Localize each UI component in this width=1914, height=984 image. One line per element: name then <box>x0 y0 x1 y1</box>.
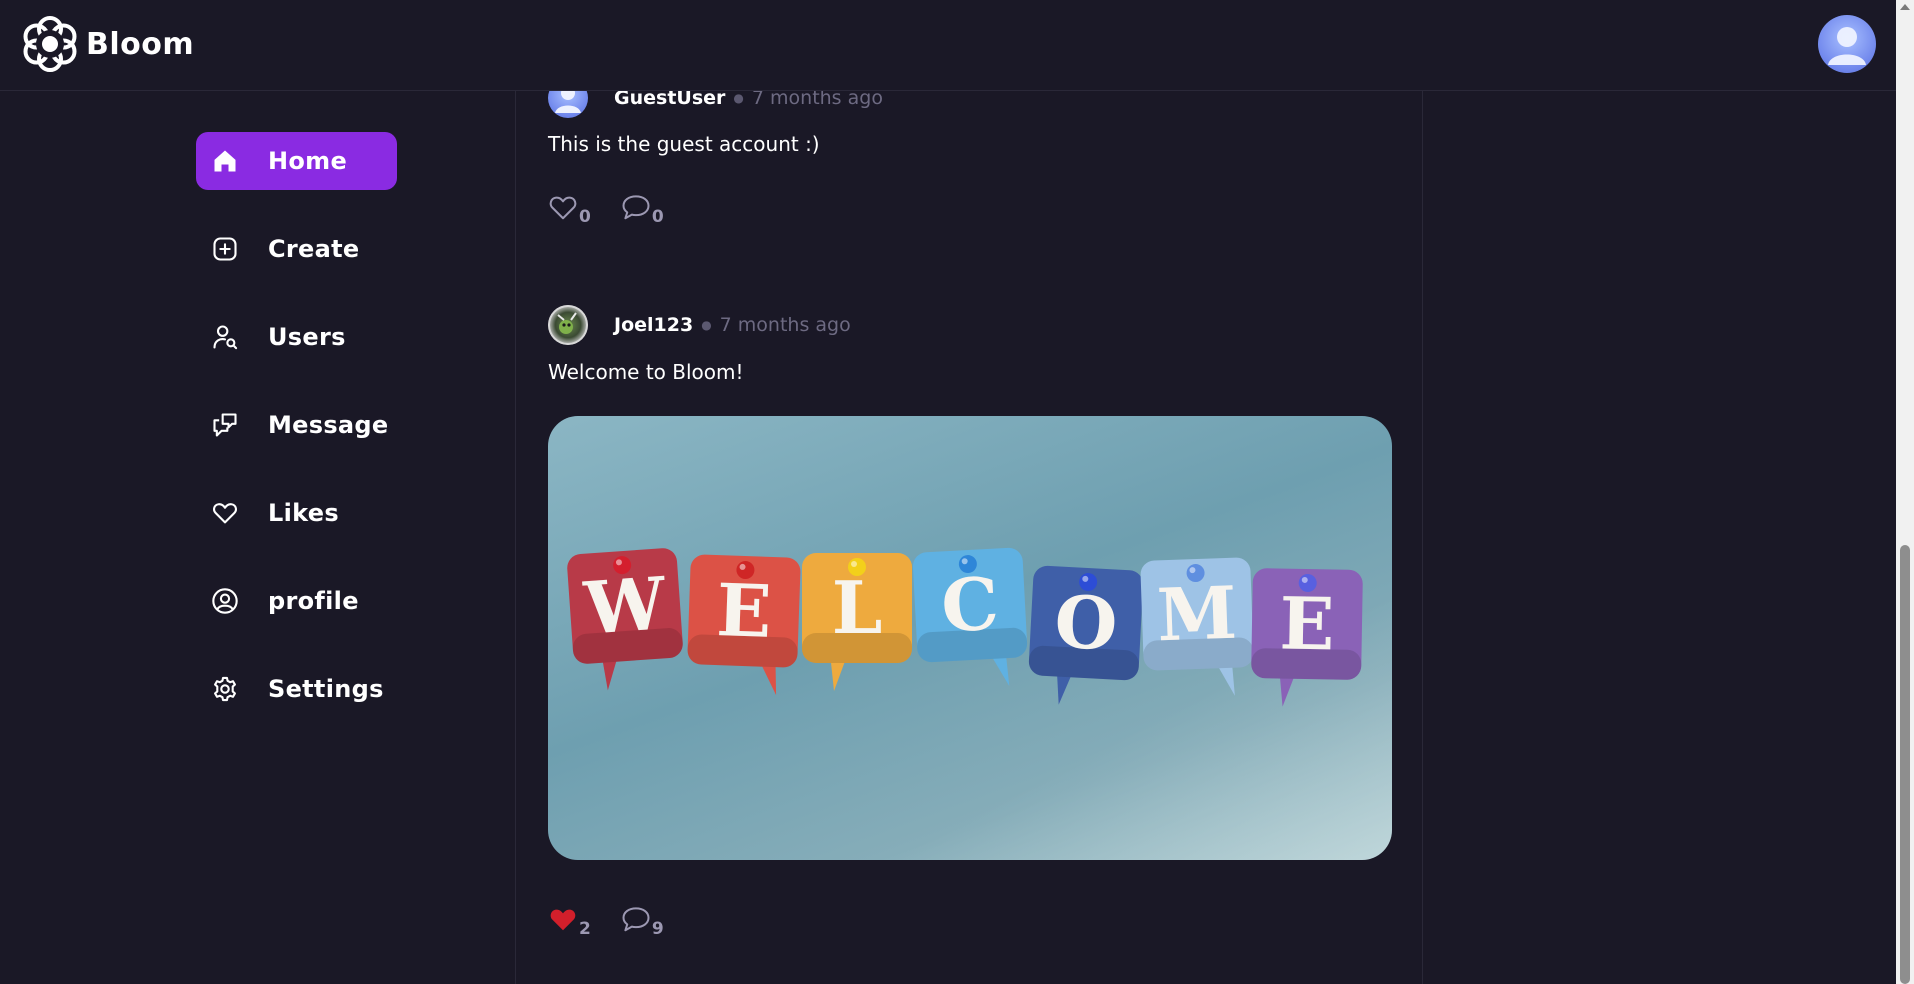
welcome-letter: E <box>715 567 773 654</box>
sidebar-item-label: Users <box>268 323 346 351</box>
user-search-icon <box>210 322 240 352</box>
welcome-letter: E <box>1279 581 1335 667</box>
like-count: 0 <box>579 207 591 227</box>
post-header: GuestUser ● 7 months ago <box>548 91 883 118</box>
comment-bubble-icon <box>622 195 650 220</box>
user-silhouette-icon <box>555 91 581 113</box>
sidebar-item-label: profile <box>268 587 359 615</box>
chat-bubbles-icon <box>210 410 240 440</box>
comment-button[interactable]: 9 <box>621 905 664 939</box>
sidebar-item-label: Home <box>268 147 348 175</box>
comment-button[interactable]: 0 <box>621 193 664 227</box>
post-feed: GuestUser ● 7 months ago This is the gue… <box>517 91 1423 984</box>
gear-icon <box>210 674 240 704</box>
welcome-letter: W <box>581 560 670 651</box>
user-silhouette-icon <box>1828 27 1866 65</box>
page-scrollbar[interactable] <box>1896 0 1914 984</box>
sidebar-item-likes[interactable]: Likes <box>196 484 397 542</box>
app-name: Bloom <box>86 26 195 62</box>
home-icon <box>210 146 240 176</box>
sidebar-item-home[interactable]: Home <box>196 132 397 190</box>
app-logo[interactable]: Bloom <box>18 12 194 76</box>
separator-dot: ● <box>733 91 744 105</box>
post-actions: 2 9 <box>548 905 694 939</box>
flower-icon <box>23 16 77 72</box>
character-avatar-icon <box>548 305 588 345</box>
plus-square-icon <box>210 234 240 264</box>
sidebar-item-label: Message <box>268 411 389 439</box>
like-button[interactable]: 2 <box>548 905 591 939</box>
scrollbar-thumb[interactable] <box>1900 545 1910 984</box>
welcome-letter: M <box>1156 570 1239 658</box>
user-avatar[interactable] <box>1818 15 1876 73</box>
welcome-banner-illustration: WELCOME <box>548 416 1392 860</box>
sidebar-item-message[interactable]: Message <box>196 396 397 454</box>
sidebar-item-label: Settings <box>268 675 384 703</box>
avatar[interactable] <box>548 91 588 118</box>
post-content: This is the guest account :) <box>548 132 820 156</box>
heart-filled-icon <box>550 909 576 931</box>
sidebar-item-users[interactable]: Users <box>196 308 397 366</box>
sidebar-item-label: Create <box>268 235 360 263</box>
heart-outline-icon <box>210 498 240 528</box>
top-bar: Bloom <box>0 0 1896 91</box>
post-content: Welcome to Bloom! <box>548 360 744 384</box>
like-button[interactable]: 0 <box>548 193 591 227</box>
comment-count: 9 <box>651 919 664 939</box>
welcome-letter: O <box>1052 578 1119 666</box>
post-username[interactable]: Joel123 <box>614 314 693 336</box>
welcome-letter: L <box>832 565 883 650</box>
user-circle-icon <box>210 586 240 616</box>
sidebar-item-create[interactable]: Create <box>196 220 397 278</box>
post-username[interactable]: GuestUser <box>614 91 725 109</box>
avatar[interactable] <box>548 305 588 345</box>
sidebar-item-profile[interactable]: profile <box>196 572 397 630</box>
heart-outline-icon <box>549 196 577 220</box>
post-timestamp: 7 months ago <box>719 314 851 336</box>
sidebar-nav: Home Create Users Message Likes profile … <box>0 91 516 984</box>
scroll-up-arrow-icon[interactable] <box>1900 4 1910 10</box>
sidebar-item-settings[interactable]: Settings <box>196 660 397 718</box>
sidebar-item-label: Likes <box>268 499 339 527</box>
post-header: Joel123 ● 7 months ago <box>548 305 851 345</box>
post-image[interactable]: WELCOME <box>548 416 1392 860</box>
like-count: 2 <box>579 919 591 939</box>
comment-count: 0 <box>651 207 664 227</box>
post-timestamp: 7 months ago <box>751 91 883 109</box>
post-actions: 0 0 <box>548 193 694 227</box>
separator-dot: ● <box>701 318 712 332</box>
welcome-letter: C <box>939 561 1001 649</box>
comment-bubble-icon <box>622 907 650 932</box>
